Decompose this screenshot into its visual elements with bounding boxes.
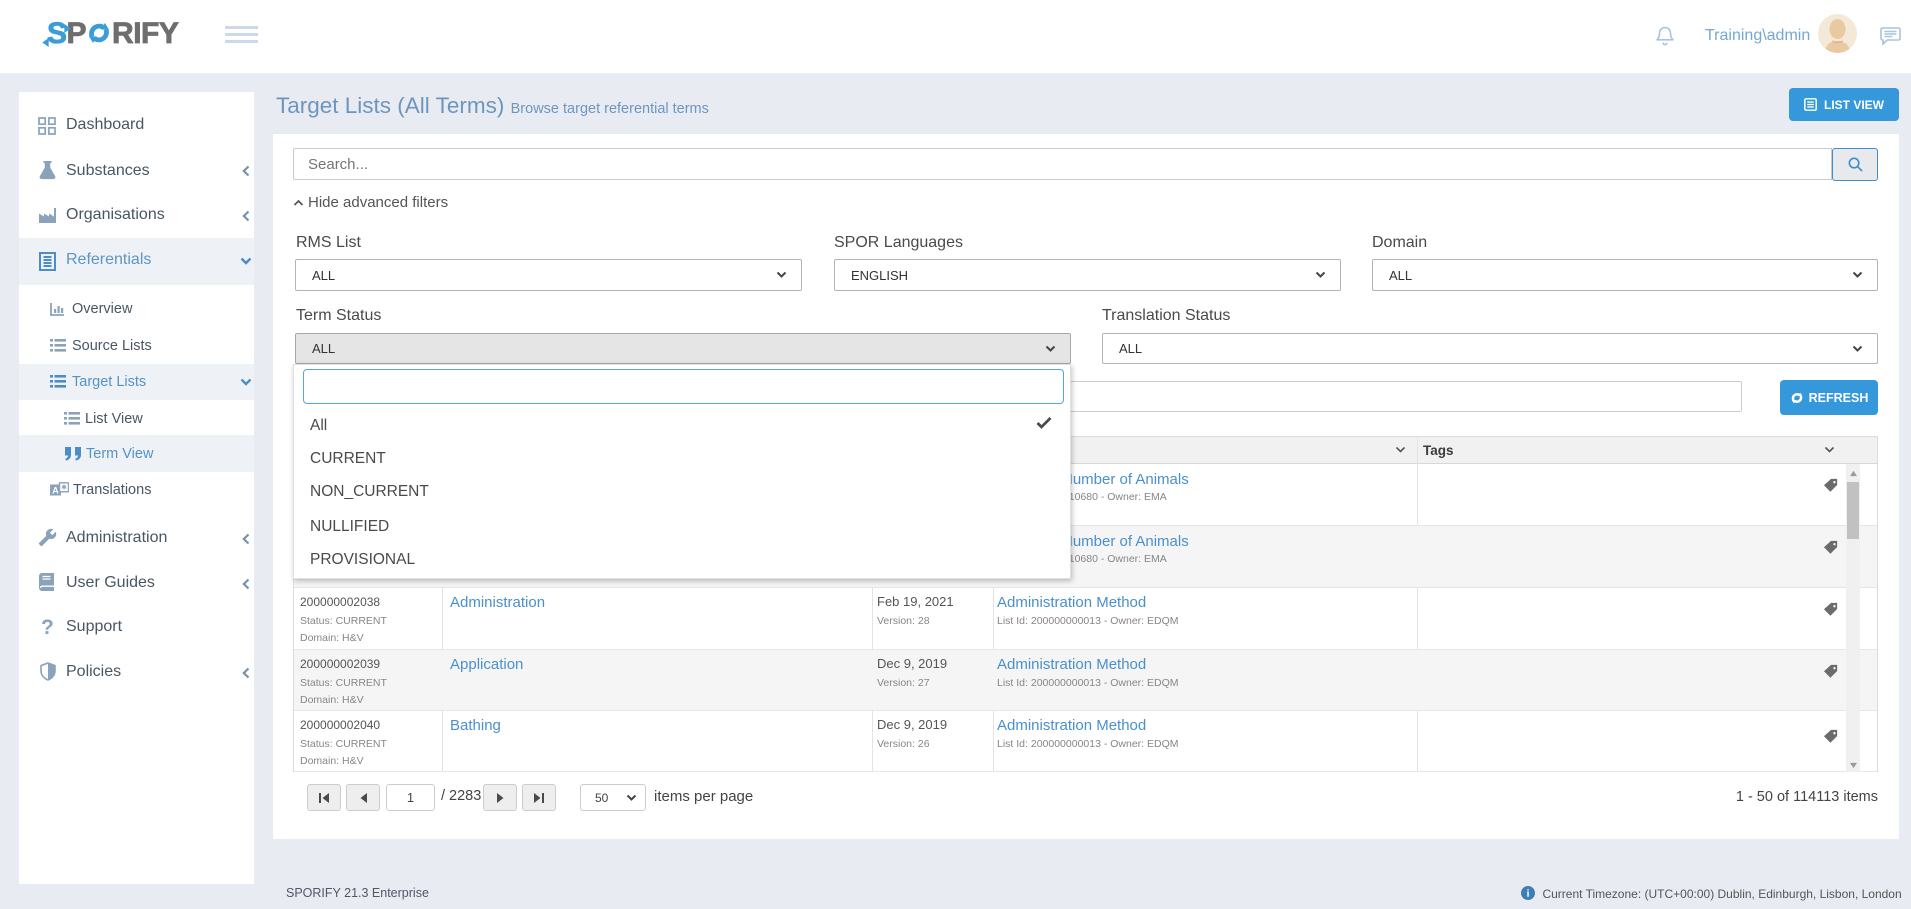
- svg-text:✱: ✱: [61, 484, 67, 492]
- svg-text:i: i: [1527, 889, 1530, 900]
- svg-text:A: A: [52, 486, 59, 496]
